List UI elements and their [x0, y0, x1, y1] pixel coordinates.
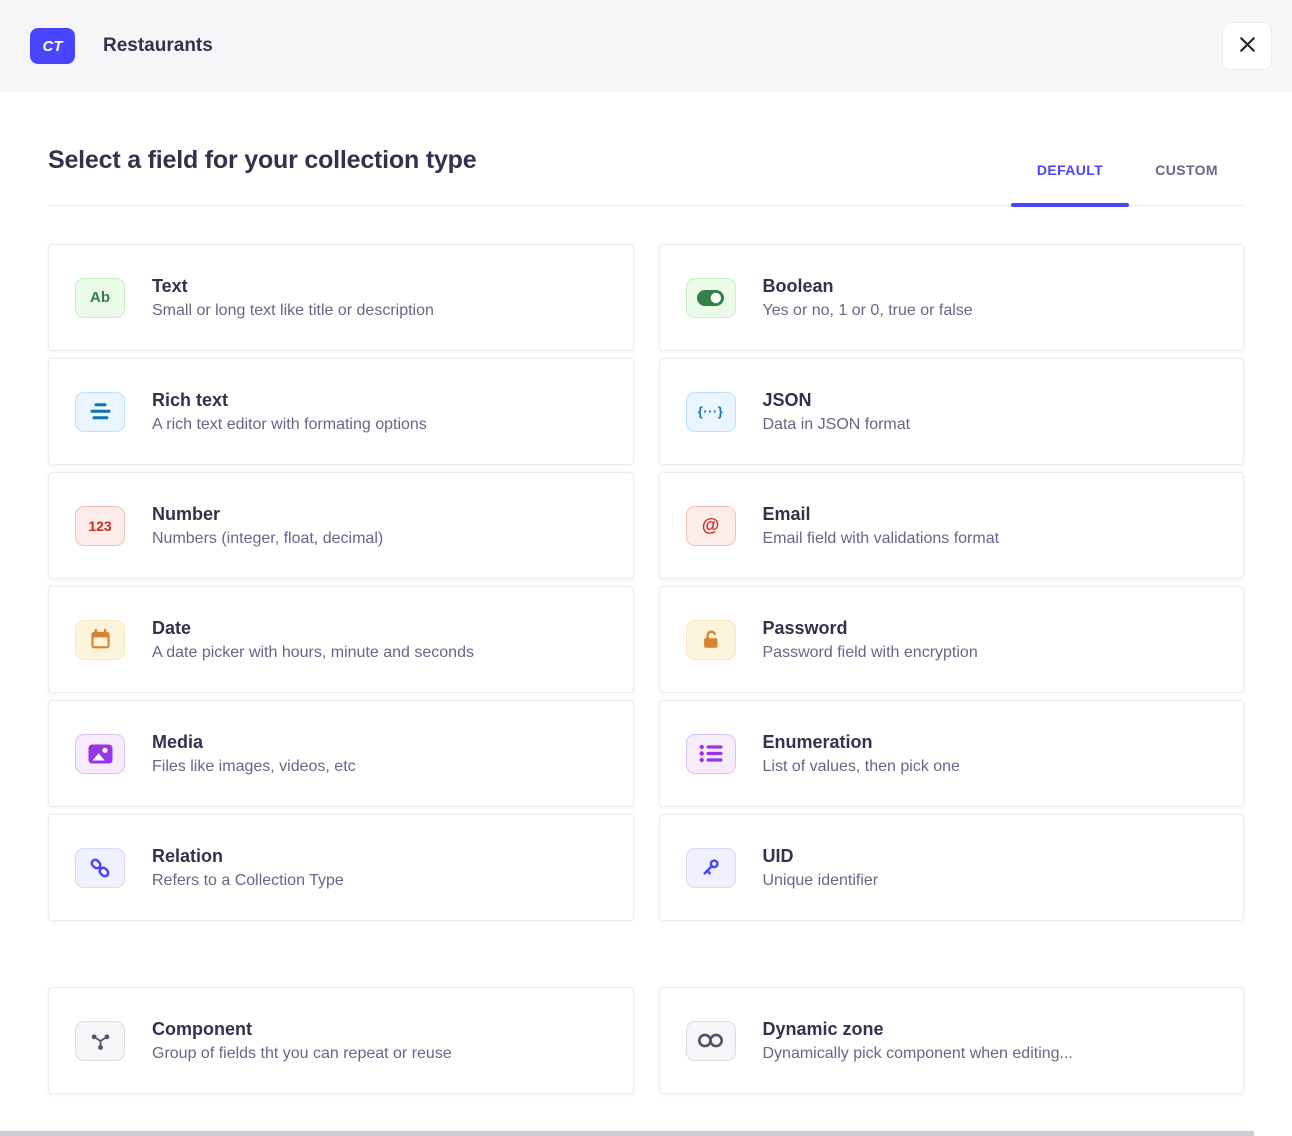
field-name: Number — [152, 504, 383, 525]
modal-title: Restaurants — [103, 35, 213, 57]
boolean-toggle-icon — [686, 278, 736, 318]
field-card-text: Text Small or long text like title or des… — [152, 276, 434, 320]
field-description: Yes or no, 1 or 0, true or false — [763, 302, 973, 320]
field-description: Password field with encryption — [763, 644, 978, 662]
dynamic-zone-icon — [686, 1021, 736, 1061]
field-card-password[interactable]: Password Password field with encryption — [659, 586, 1245, 693]
field-name: Boolean — [763, 276, 973, 297]
field-name: Password — [763, 618, 978, 639]
field-card-number[interactable]: 123 Number Numbers (integer, float, decima… — [48, 472, 634, 579]
field-card-enumeration[interactable]: Enumeration List of values, then pick one — [659, 700, 1245, 807]
json-icon: {···} — [686, 392, 736, 432]
field-card-text: Email Email field with validations format — [763, 504, 1000, 548]
email-icon-glyph: @ — [702, 515, 720, 536]
text-icon-glyph: Ab — [90, 289, 110, 306]
title-row: Select a field for your collection type … — [48, 146, 1244, 206]
field-name: Media — [152, 732, 356, 753]
field-description: Group of fields tht you can repeat or re… — [152, 1045, 452, 1063]
field-card-rich-text[interactable]: Rich text A rich text editor with formati… — [48, 358, 634, 465]
field-card-text: Password Password field with encryption — [763, 618, 978, 662]
field-description: A rich text editor with formating option… — [152, 416, 427, 434]
field-card-component[interactable]: Component Group of fields tht you can rep… — [48, 987, 634, 1094]
modal-body: Select a field for your collection type … — [0, 146, 1292, 1094]
field-description: Data in JSON format — [763, 416, 911, 434]
field-description: Numbers (integer, float, decimal) — [152, 530, 383, 548]
email-icon: @ — [686, 506, 736, 546]
field-name: Date — [152, 618, 474, 639]
field-description: List of values, then pick one — [763, 758, 960, 776]
field-card-text: Media Files like images, videos, etc — [152, 732, 356, 776]
field-card-text[interactable]: Ab Text Small or long text like title or d… — [48, 244, 634, 351]
close-icon — [1237, 34, 1258, 58]
field-card-text: Enumeration List of values, then pick one — [763, 732, 960, 776]
field-card-media[interactable]: Media Files like images, videos, etc — [48, 700, 634, 807]
uid-key-icon — [686, 848, 736, 888]
field-card-date[interactable]: Date A date picker with hours, minute and… — [48, 586, 634, 693]
field-card-text: Relation Refers to a Collection Type — [152, 846, 344, 890]
field-card-relation[interactable]: Relation Refers to a Collection Type — [48, 814, 634, 921]
tab-default[interactable]: DEFAULT — [1011, 162, 1129, 205]
field-card-text: Dynamic zone Dynamically pick component w… — [763, 1019, 1073, 1063]
tabs: DEFAULTCUSTOM — [1011, 162, 1244, 205]
field-name: Email — [763, 504, 1000, 525]
field-card-text: Date A date picker with hours, minute and… — [152, 618, 474, 662]
field-name: Component — [152, 1019, 452, 1040]
text-icon: Ab — [75, 278, 125, 318]
date-icon — [75, 620, 125, 660]
advanced-field-grid: Component Group of fields tht you can rep… — [48, 987, 1244, 1094]
tab-custom[interactable]: CUSTOM — [1129, 162, 1244, 205]
field-description: Dynamically pick component when editing.… — [763, 1045, 1073, 1063]
page-title: Select a field for your collection type — [48, 146, 476, 205]
default-field-grid: Ab Text Small or long text like title or d… — [48, 244, 1244, 921]
number-icon: 123 — [75, 506, 125, 546]
footer-top-edge — [0, 1131, 1254, 1136]
field-name: JSON — [763, 390, 911, 411]
field-description: Files like images, videos, etc — [152, 758, 356, 776]
field-card-email[interactable]: @ Email Email field with validations forma… — [659, 472, 1245, 579]
media-image-icon — [75, 734, 125, 774]
field-card-boolean[interactable]: Boolean Yes or no, 1 or 0, true or false — [659, 244, 1245, 351]
enumeration-list-icon — [686, 734, 736, 774]
number-icon-glyph: 123 — [88, 518, 111, 534]
field-description: A date picker with hours, minute and sec… — [152, 644, 474, 662]
field-description: Email field with validations format — [763, 530, 1000, 548]
field-description: Refers to a Collection Type — [152, 872, 344, 890]
rich-text-icon — [75, 392, 125, 432]
field-card-text: Rich text A rich text editor with formati… — [152, 390, 427, 434]
field-card-text: Boolean Yes or no, 1 or 0, true or false — [763, 276, 973, 320]
component-icon — [75, 1021, 125, 1061]
field-name: Rich text — [152, 390, 427, 411]
field-card-text: UID Unique identifier — [763, 846, 879, 890]
field-card-json[interactable]: {···} JSON Data in JSON format — [659, 358, 1245, 465]
modal-header: CT Restaurants — [0, 0, 1292, 92]
collection-type-badge: CT — [30, 28, 75, 64]
field-card-text: Number Numbers (integer, float, decimal) — [152, 504, 383, 548]
relation-link-icon — [75, 848, 125, 888]
field-description: Unique identifier — [763, 872, 879, 890]
field-name: UID — [763, 846, 879, 867]
field-name: Text — [152, 276, 434, 297]
field-card-text: JSON Data in JSON format — [763, 390, 911, 434]
field-card-dynamic-zone[interactable]: Dynamic zone Dynamically pick component w… — [659, 987, 1245, 1094]
field-description: Small or long text like title or descrip… — [152, 302, 434, 320]
json-icon-glyph: {···} — [698, 404, 724, 419]
password-lock-icon — [686, 620, 736, 660]
field-card-text: Component Group of fields tht you can rep… — [152, 1019, 452, 1063]
field-name: Relation — [152, 846, 344, 867]
close-button[interactable] — [1222, 22, 1272, 70]
field-name: Dynamic zone — [763, 1019, 1073, 1040]
field-card-uid[interactable]: UID Unique identifier — [659, 814, 1245, 921]
field-name: Enumeration — [763, 732, 960, 753]
